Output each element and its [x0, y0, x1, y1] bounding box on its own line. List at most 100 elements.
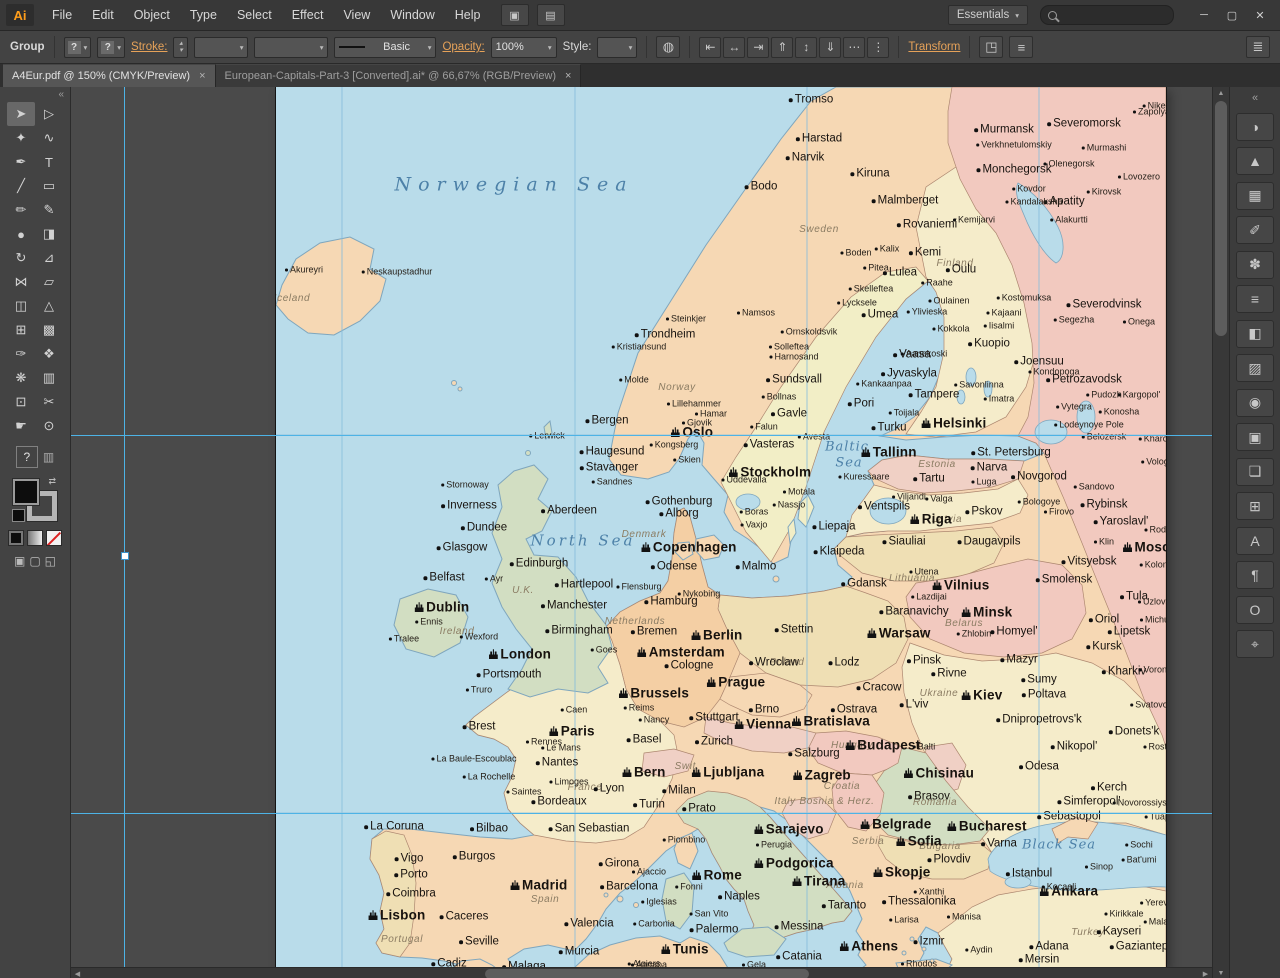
search-input[interactable] [1062, 8, 1166, 22]
menu-item-object[interactable]: Object [124, 0, 180, 30]
color-panel-icon[interactable]: ◑ [1236, 112, 1274, 141]
default-fill-stroke-icon[interactable] [12, 509, 25, 522]
vertical-scroll-thumb[interactable] [1215, 101, 1227, 336]
align-bottom-icon[interactable]: ⇓ [819, 36, 842, 58]
gradient-button[interactable] [27, 530, 43, 546]
stroke-color-well[interactable]: ? ▾ [97, 36, 126, 58]
distribute-vertical-icon[interactable]: ⋮ [867, 36, 890, 58]
column-graph-tool[interactable]: ▥ [35, 366, 63, 390]
horizontal-scrollbar[interactable]: ◀ ▶ [71, 967, 1212, 978]
free-transform-tool[interactable]: ▱ [35, 270, 63, 294]
eyedropper-tool[interactable]: ✑ [7, 342, 35, 366]
restore-button[interactable]: ▢ [1218, 4, 1246, 26]
pencil-tool[interactable]: ✎ [35, 198, 63, 222]
menu-item-window[interactable]: Window [380, 0, 444, 30]
opacity-link[interactable]: Opacity: [442, 41, 484, 53]
guide-vertical[interactable] [124, 87, 125, 978]
close-tab-icon[interactable]: × [565, 70, 571, 82]
menu-item-view[interactable]: View [333, 0, 380, 30]
swatches-panel-icon[interactable]: ▦ [1236, 181, 1274, 210]
type-tool[interactable]: T [35, 150, 63, 174]
opacity-dropdown[interactable]: 100% ▾ [490, 36, 557, 58]
zoom-tool[interactable]: ⊙ [35, 414, 63, 438]
paragraph-panel-icon[interactable]: ¶ [1236, 561, 1274, 589]
transform-link[interactable]: Transform [908, 41, 960, 53]
gradient-tool[interactable]: ▩ [35, 318, 63, 342]
perspective-grid-tool[interactable]: △ [35, 294, 63, 318]
layers-panel-icon[interactable]: ❏ [1236, 457, 1274, 486]
none-button[interactable] [46, 530, 62, 546]
scale-tool[interactable]: ⊿ [35, 246, 63, 270]
appearance-panel-icon[interactable]: ◉ [1236, 388, 1274, 417]
graphic-styles-panel-icon[interactable]: ▣ [1236, 423, 1274, 451]
panel-options-icon[interactable]: ≡ [1009, 36, 1034, 58]
menu-item-edit[interactable]: Edit [82, 0, 124, 30]
expand-panels-icon[interactable]: « [1237, 90, 1273, 106]
color-guide-panel-icon[interactable]: ▲ [1236, 147, 1274, 175]
close-tab-icon[interactable]: × [199, 70, 205, 82]
anchor-point[interactable] [121, 552, 129, 560]
brushes-panel-icon[interactable]: ✐ [1236, 216, 1274, 244]
character-panel-icon[interactable]: A [1236, 526, 1274, 555]
help-box[interactable]: ? [15, 446, 38, 468]
menu-item-type[interactable]: Type [180, 0, 227, 30]
selection-tool[interactable]: ➤ [7, 102, 35, 126]
stroke-link[interactable]: Stroke: [131, 41, 167, 53]
hand-tool[interactable]: ☛ [7, 414, 35, 438]
document-tab-inactive[interactable]: European-Capitals-Part-3 [Converted].ai*… [215, 64, 582, 87]
slice-tool[interactable]: ✂ [35, 390, 63, 414]
fill-swatch[interactable] [13, 479, 39, 505]
blend-tool[interactable]: ❖ [35, 342, 63, 366]
scroll-down-icon[interactable]: ▼ [1213, 967, 1229, 978]
menu-item-help[interactable]: Help [445, 0, 491, 30]
variable-width-profile-dropdown[interactable]: Basic ▾ [334, 36, 437, 58]
direct-selection-tool[interactable]: ▷ [35, 102, 63, 126]
menu-item-file[interactable]: File [42, 0, 82, 30]
align-panel-icon[interactable]: ⌖ [1236, 630, 1274, 658]
opentype-panel-icon[interactable]: O [1236, 595, 1274, 624]
width-tool[interactable]: ⋈ [7, 270, 35, 294]
context-menu-icon[interactable]: ≣ [1246, 36, 1270, 58]
align-left-icon[interactable]: ⇤ [699, 36, 722, 58]
align-center-horizontal-icon[interactable]: ↔ [723, 36, 746, 58]
horizontal-scroll-thumb[interactable] [485, 969, 809, 978]
style-dropdown[interactable]: ▾ [597, 36, 638, 58]
vertical-scrollbar[interactable]: ▲ ▼ [1212, 87, 1229, 978]
draw-normal-icon[interactable]: ▣ [14, 554, 25, 568]
line-segment-tool[interactable]: ╱ [7, 174, 35, 198]
scroll-right-icon[interactable]: ▶ [1199, 968, 1212, 978]
scroll-up-icon[interactable]: ▲ [1213, 87, 1229, 100]
canvas-area[interactable]: Norwegian Sea North Sea Baltic Sea Black Sea… [71, 87, 1212, 978]
magic-wand-tool[interactable]: ✦ [7, 126, 35, 150]
shape-builder-tool[interactable]: ◫ [7, 294, 35, 318]
transparency-panel-icon[interactable]: ▨ [1236, 354, 1274, 382]
stroke-weight-stepper[interactable]: ▴ ▾ [173, 36, 189, 58]
stroke-panel-icon[interactable]: ≡ [1236, 285, 1274, 313]
paintbrush-tool[interactable]: ✏ [7, 198, 35, 222]
workspace-switcher[interactable]: Essentials ▾ [947, 5, 1028, 25]
lasso-tool[interactable]: ∿ [35, 126, 63, 150]
symbols-panel-icon[interactable]: ✽ [1236, 250, 1274, 279]
align-top-icon[interactable]: ⇑ [771, 36, 794, 58]
stroke-weight-dropdown[interactable]: ▾ [194, 36, 249, 58]
recolor-artwork-icon[interactable]: ◍ [656, 36, 681, 58]
minimize-button[interactable]: ─ [1190, 4, 1218, 26]
bridge-icon[interactable]: ▣ [500, 4, 529, 26]
align-right-icon[interactable]: ⇥ [747, 36, 770, 58]
gradient-panel-icon[interactable]: ◧ [1236, 319, 1274, 348]
artboard-tool[interactable]: ⊡ [7, 390, 35, 414]
screen-mode-icon[interactable]: ◱ [45, 554, 56, 568]
guide-horizontal-1[interactable] [71, 435, 1212, 436]
brush-definition-dropdown[interactable]: ▾ [254, 36, 329, 58]
menu-item-select[interactable]: Select [227, 0, 282, 30]
draw-behind-icon[interactable]: ▢ [29, 554, 40, 568]
rectangle-tool[interactable]: ▭ [35, 174, 63, 198]
align-middle-vertical-icon[interactable]: ↕ [795, 36, 818, 58]
pen-tool[interactable]: ✒ [7, 150, 35, 174]
menu-item-effect[interactable]: Effect [282, 0, 334, 30]
symbol-sprayer-tool[interactable]: ❋ [7, 366, 35, 390]
fill-color-well[interactable]: ? ▾ [63, 36, 92, 58]
guide-horizontal-2[interactable] [71, 813, 1212, 814]
fill-stroke-widget[interactable]: ⇄ [12, 476, 58, 522]
app-logo[interactable]: Ai [6, 4, 34, 26]
